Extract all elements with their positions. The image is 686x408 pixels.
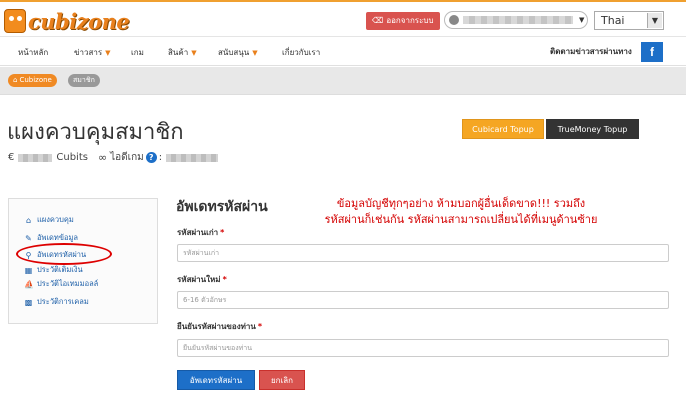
breadcrumb-current: สมาชิก bbox=[68, 74, 100, 87]
sidebar-item-claim-history[interactable]: ▩ ประวัติการเคลม bbox=[24, 296, 89, 308]
home-icon: ⌂ bbox=[25, 215, 32, 225]
caret-down-icon: ▼ bbox=[252, 49, 258, 57]
user-avatar-icon bbox=[449, 15, 459, 25]
sidebar-item-dashboard[interactable]: ⌂ แผงควบคุม bbox=[24, 214, 74, 226]
language-select[interactable]: Thai ▼ bbox=[594, 11, 664, 30]
cubizone-logo[interactable]: cubizone bbox=[4, 8, 130, 34]
cubits-amount-blurred bbox=[18, 153, 53, 162]
cubicard-topup-button[interactable]: Cubicard Topup bbox=[462, 119, 544, 139]
euro-icon: € bbox=[8, 152, 15, 163]
nav-label: เกม bbox=[131, 48, 144, 57]
required-mark: * bbox=[220, 228, 225, 237]
warning-line-2: รหัสผ่านก็เช่นกัน รหัสผ่านสามารถเปลี่ยนไ… bbox=[324, 213, 598, 226]
gift-icon: ▩ bbox=[24, 297, 33, 307]
nav-item-products[interactable]: สินค้า ▼ bbox=[168, 46, 197, 59]
main-nav: หน้าหลัก ข่าวสาร ▼ เกม สินค้า ▼ สนับสนุน ▼ … bbox=[0, 36, 686, 66]
breadcrumb-home-label: Cubizone bbox=[19, 76, 52, 84]
new-password-field[interactable] bbox=[177, 291, 669, 309]
sidebar-item-itemmall-history[interactable]: ⛵ ประวัติไอเทมมอลล์ bbox=[24, 278, 98, 290]
top-bar: cubizone ⌫ ออกจากระบบ ▼ Thai ▼ bbox=[0, 0, 686, 36]
help-icon[interactable]: ? bbox=[145, 152, 157, 163]
caret-down-icon: ▼ bbox=[105, 49, 111, 57]
sidebar-item-label: ประวัติการเคลม bbox=[37, 297, 89, 306]
nav-label: สินค้า bbox=[168, 48, 189, 57]
caret-down-icon: ▼ bbox=[191, 49, 197, 57]
logo-text: cubizone bbox=[28, 8, 130, 34]
warning-line-1: ข้อมูลบัญชีทุกๆอย่าง ห้ามบอกผู้อื่นเด็ดข… bbox=[336, 197, 586, 210]
sidebar-item-topup-history[interactable]: ▦ ประวัติเติมเงิน bbox=[24, 264, 83, 276]
nav-item-news[interactable]: ข่าวสาร ▼ bbox=[74, 46, 111, 59]
nav-item-support[interactable]: สนับสนุน ▼ bbox=[218, 46, 258, 59]
colon-text: : bbox=[158, 152, 163, 163]
confirm-password-label: ยืนยันรหัสผ่านของท่าน * bbox=[177, 320, 262, 333]
nav-label: หน้าหลัก bbox=[18, 48, 49, 57]
warning-annotation: ข้อมูลบัญชีทุกๆอย่าง ห้ามบอกผู้อื่นเด็ดข… bbox=[296, 196, 626, 228]
chevron-down-icon: ▼ bbox=[579, 16, 585, 24]
game-id-label: ไอดีเกม bbox=[110, 152, 144, 163]
label-text: รหัสผ่านใหม่ bbox=[177, 275, 221, 284]
game-id-blurred bbox=[166, 153, 219, 162]
label-text: รหัสผ่านเก่า bbox=[177, 228, 219, 237]
facebook-icon[interactable]: f bbox=[641, 42, 663, 62]
cart-icon: ⛵ bbox=[24, 279, 34, 289]
nav-label: เกี่ยวกับเรา bbox=[282, 48, 321, 57]
old-password-field[interactable] bbox=[177, 244, 669, 262]
account-stats: € Cubits ∞ ไอดีเกม ? : bbox=[8, 150, 219, 165]
annotation-highlight-circle bbox=[16, 243, 112, 265]
sidebar-item-label: ประวัติเติมเงิน bbox=[37, 265, 83, 274]
required-mark: * bbox=[257, 322, 263, 331]
language-value: Thai bbox=[601, 14, 625, 27]
truemoney-topup-button[interactable]: TrueMoney Topup bbox=[546, 119, 639, 139]
old-password-label: รหัสผ่านเก่า * bbox=[177, 226, 224, 239]
page-title: แผงควบคุมสมาชิก bbox=[7, 120, 184, 145]
home-icon: ⌂ bbox=[13, 76, 18, 84]
nav-label: ข่าวสาร bbox=[74, 48, 103, 57]
new-password-label: รหัสผ่านใหม่ * bbox=[177, 273, 227, 286]
follow-us-text: ติดตามข่าวสารผ่านทาง bbox=[550, 47, 632, 56]
logout-icon: ⌫ bbox=[372, 16, 384, 25]
required-mark: * bbox=[222, 275, 227, 284]
logout-label: ออกจากระบบ bbox=[386, 16, 434, 25]
sidebar-item-label: ประวัติไอเทมมอลล์ bbox=[37, 279, 99, 288]
sidebar-item-label: แผงควบคุม bbox=[37, 215, 74, 224]
gamepad-icon: ∞ bbox=[97, 151, 108, 164]
nav-item-home[interactable]: หน้าหลัก bbox=[18, 46, 48, 59]
logout-button[interactable]: ⌫ ออกจากระบบ bbox=[366, 12, 440, 30]
label-text: ยืนยันรหัสผ่านของท่าน bbox=[177, 322, 256, 331]
nav-item-about[interactable]: เกี่ยวกับเรา bbox=[282, 46, 320, 59]
update-password-button[interactable]: อัพเดทรหัสผ่าน bbox=[177, 370, 255, 390]
breadcrumb-home[interactable]: ⌂ Cubizone bbox=[8, 74, 57, 87]
username-blurred bbox=[463, 16, 573, 24]
cubits-label: Cubits bbox=[56, 152, 88, 163]
list-icon: ▦ bbox=[24, 265, 33, 275]
nav-label: สนับสนุน bbox=[218, 48, 250, 57]
user-account-dropdown[interactable]: ▼ bbox=[444, 11, 588, 29]
confirm-password-field[interactable] bbox=[177, 339, 669, 357]
breadcrumb: ⌂ Cubizone สมาชิก bbox=[0, 67, 686, 95]
robot-logo-icon bbox=[4, 9, 26, 33]
cancel-button[interactable]: ยกเลิก bbox=[259, 370, 305, 390]
form-title: อัพเดทรหัสผ่าน bbox=[176, 199, 268, 215]
nav-item-games[interactable]: เกม bbox=[131, 46, 144, 59]
dropdown-arrow-icon: ▼ bbox=[647, 13, 662, 28]
edit-icon: ✎ bbox=[25, 233, 32, 243]
